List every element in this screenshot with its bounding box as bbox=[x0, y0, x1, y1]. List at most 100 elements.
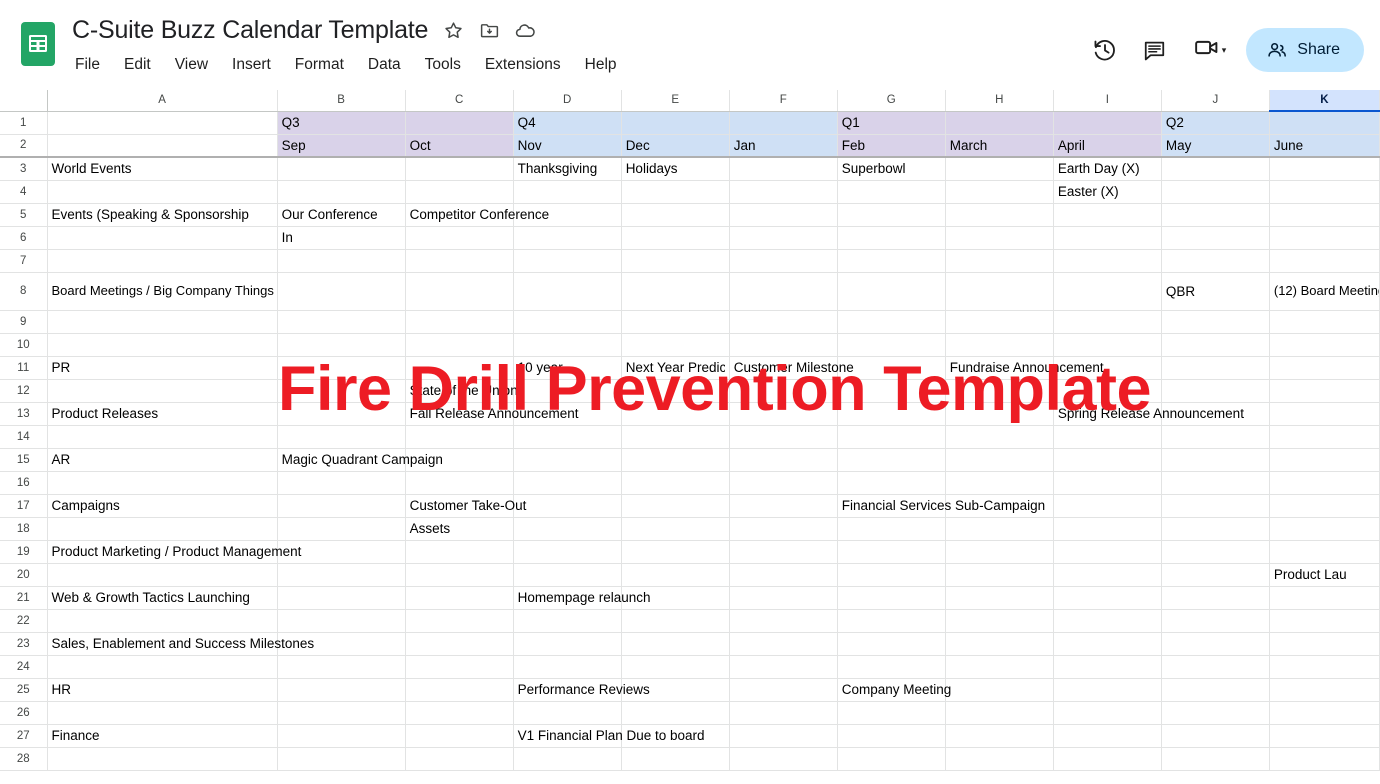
cell-g6[interactable] bbox=[837, 226, 945, 249]
cell-a7[interactable] bbox=[47, 249, 277, 272]
cell-d6[interactable] bbox=[513, 226, 621, 249]
cell-b22[interactable] bbox=[277, 609, 405, 632]
cell-a21[interactable]: Web & Growth Tactics Launching bbox=[47, 586, 277, 609]
cell-g10[interactable] bbox=[837, 333, 945, 356]
cell-f4[interactable] bbox=[729, 180, 837, 203]
cell-b13[interactable] bbox=[277, 402, 405, 425]
cell-j2[interactable]: May bbox=[1161, 134, 1269, 157]
cell-d18[interactable] bbox=[513, 517, 621, 540]
cell-a16[interactable] bbox=[47, 471, 277, 494]
column-header-b[interactable]: B bbox=[277, 90, 405, 111]
cell-c14[interactable] bbox=[405, 425, 513, 448]
cell-a6[interactable] bbox=[47, 226, 277, 249]
cell-b24[interactable] bbox=[277, 655, 405, 678]
cell-a27[interactable]: Finance bbox=[47, 724, 277, 747]
cell-c23[interactable] bbox=[405, 632, 513, 655]
row-number-23[interactable]: 23 bbox=[0, 632, 47, 655]
row-number-18[interactable]: 18 bbox=[0, 517, 47, 540]
cell-c16[interactable] bbox=[405, 471, 513, 494]
cell-d23[interactable] bbox=[513, 632, 621, 655]
cell-d15[interactable] bbox=[513, 448, 621, 471]
cell-e12[interactable] bbox=[621, 379, 729, 402]
cell-g16[interactable] bbox=[837, 471, 945, 494]
cell-j7[interactable] bbox=[1161, 249, 1269, 272]
cell-i5[interactable] bbox=[1053, 203, 1161, 226]
cell-e22[interactable] bbox=[621, 609, 729, 632]
cell-g27[interactable] bbox=[837, 724, 945, 747]
menu-item-data[interactable]: Data bbox=[365, 55, 404, 75]
table-row[interactable]: 14 bbox=[0, 425, 1380, 448]
cell-h16[interactable] bbox=[945, 471, 1053, 494]
table-row[interactable]: 11 PR 10 year Next Year Predic Customer … bbox=[0, 356, 1380, 379]
cell-e2[interactable]: Dec bbox=[621, 134, 729, 157]
cell-c19[interactable] bbox=[405, 540, 513, 563]
table-row[interactable]: 9 bbox=[0, 310, 1380, 333]
cell-d28[interactable] bbox=[513, 747, 621, 770]
cell-f15[interactable] bbox=[729, 448, 837, 471]
cell-k21[interactable] bbox=[1269, 586, 1379, 609]
cell-h12[interactable] bbox=[945, 379, 1053, 402]
cell-i21[interactable] bbox=[1053, 586, 1161, 609]
cell-d11[interactable]: 10 year bbox=[513, 356, 621, 379]
cell-c2[interactable]: Oct bbox=[405, 134, 513, 157]
cell-b16[interactable] bbox=[277, 471, 405, 494]
cell-k10[interactable] bbox=[1269, 333, 1379, 356]
cell-g19[interactable] bbox=[837, 540, 945, 563]
cell-b11[interactable] bbox=[277, 356, 405, 379]
row-number-2[interactable]: 2 bbox=[0, 134, 47, 157]
cell-d12[interactable] bbox=[513, 379, 621, 402]
cell-h25[interactable] bbox=[945, 678, 1053, 701]
cell-a13[interactable]: Product Releases bbox=[47, 402, 277, 425]
row-number-13[interactable]: 13 bbox=[0, 402, 47, 425]
cell-k14[interactable] bbox=[1269, 425, 1379, 448]
cell-k7[interactable] bbox=[1269, 249, 1379, 272]
cell-i16[interactable] bbox=[1053, 471, 1161, 494]
cell-e13[interactable] bbox=[621, 402, 729, 425]
column-header-c[interactable]: C bbox=[405, 90, 513, 111]
cell-d22[interactable] bbox=[513, 609, 621, 632]
column-header-j[interactable]: J bbox=[1161, 90, 1269, 111]
cell-h23[interactable] bbox=[945, 632, 1053, 655]
cell-k11[interactable] bbox=[1269, 356, 1379, 379]
cell-g18[interactable] bbox=[837, 517, 945, 540]
cell-b7[interactable] bbox=[277, 249, 405, 272]
cell-e28[interactable] bbox=[621, 747, 729, 770]
cell-f24[interactable] bbox=[729, 655, 837, 678]
table-row[interactable]: 15 AR Magic Quadrant Campaign bbox=[0, 448, 1380, 471]
share-button[interactable]: Share bbox=[1246, 28, 1364, 72]
comment-icon[interactable] bbox=[1135, 30, 1175, 70]
cell-j12[interactable] bbox=[1161, 379, 1269, 402]
cell-e5[interactable] bbox=[621, 203, 729, 226]
row-number-14[interactable]: 14 bbox=[0, 425, 47, 448]
column-header-e[interactable]: E bbox=[621, 90, 729, 111]
table-row[interactable]: 3 World Events Thanksgiving Holidays Sup… bbox=[0, 157, 1380, 180]
cell-f8[interactable] bbox=[729, 272, 837, 310]
cell-h10[interactable] bbox=[945, 333, 1053, 356]
column-header-i[interactable]: I bbox=[1053, 90, 1161, 111]
cell-i23[interactable] bbox=[1053, 632, 1161, 655]
cell-a10[interactable] bbox=[47, 333, 277, 356]
cell-h13[interactable] bbox=[945, 402, 1053, 425]
cell-j14[interactable] bbox=[1161, 425, 1269, 448]
cell-e19[interactable] bbox=[621, 540, 729, 563]
cell-i20[interactable] bbox=[1053, 563, 1161, 586]
cell-f10[interactable] bbox=[729, 333, 837, 356]
table-row[interactable]: 10 bbox=[0, 333, 1380, 356]
column-header-row[interactable]: A B C D E F G H I J K bbox=[0, 90, 1380, 111]
cell-h28[interactable] bbox=[945, 747, 1053, 770]
cell-i10[interactable] bbox=[1053, 333, 1161, 356]
meet-call-button[interactable]: ▾ bbox=[1185, 30, 1231, 70]
row-number-28[interactable]: 28 bbox=[0, 747, 47, 770]
cell-e10[interactable] bbox=[621, 333, 729, 356]
cell-j9[interactable] bbox=[1161, 310, 1269, 333]
row-number-21[interactable]: 21 bbox=[0, 586, 47, 609]
cell-j21[interactable] bbox=[1161, 586, 1269, 609]
cell-k15[interactable] bbox=[1269, 448, 1379, 471]
cell-h3[interactable] bbox=[945, 157, 1053, 180]
cell-e16[interactable] bbox=[621, 471, 729, 494]
row-number-4[interactable]: 4 bbox=[0, 180, 47, 203]
cell-j19[interactable] bbox=[1161, 540, 1269, 563]
menu-item-tools[interactable]: Tools bbox=[422, 55, 464, 75]
cell-g24[interactable] bbox=[837, 655, 945, 678]
cell-i8[interactable] bbox=[1053, 272, 1161, 310]
